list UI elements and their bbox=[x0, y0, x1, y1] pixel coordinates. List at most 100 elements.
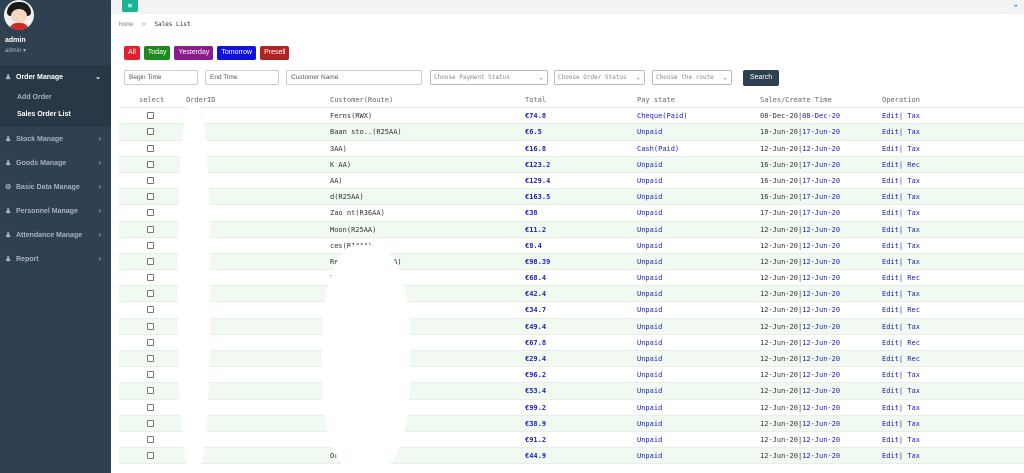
operation-links[interactable]: Edit| Tax bbox=[882, 448, 920, 464]
row-checkbox[interactable] bbox=[147, 112, 154, 120]
pay-state-link[interactable]: Unpaid bbox=[637, 335, 662, 351]
pay-state-link[interactable]: Unpaid bbox=[637, 286, 662, 302]
operation-links[interactable]: Edit| Tax bbox=[882, 383, 920, 399]
filter-today-button[interactable]: Today bbox=[143, 46, 171, 60]
pay-state-link[interactable]: Unpaid bbox=[637, 189, 662, 205]
row-checkbox[interactable] bbox=[147, 306, 154, 314]
operation-links[interactable]: Edit| Tax bbox=[882, 319, 920, 335]
pay-state-link[interactable]: Unpaid bbox=[637, 270, 662, 286]
row-checkbox[interactable] bbox=[147, 338, 154, 346]
row-checkbox[interactable] bbox=[147, 128, 154, 136]
row-checkbox[interactable] bbox=[147, 193, 154, 201]
create-date: 12-Jun-20 bbox=[802, 306, 841, 315]
menu-toggle-button[interactable]: ≡ bbox=[122, 0, 138, 12]
pay-state-link[interactable]: Unpaid bbox=[637, 351, 662, 367]
row-checkbox[interactable] bbox=[147, 209, 154, 217]
customer-name-input[interactable]: Customer Name bbox=[286, 70, 422, 85]
header-customer[interactable]: Customer(Route) bbox=[330, 92, 393, 108]
sidebar-item-goods-manage[interactable]: ♟ Goods Manage ‹ bbox=[0, 151, 111, 175]
row-checkbox[interactable] bbox=[147, 322, 154, 330]
create-date: 17-Jun-20 bbox=[802, 176, 841, 185]
sidebar-item-personnel-manage[interactable]: ♟ Personnel Manage ‹ bbox=[0, 199, 111, 223]
operation-links[interactable]: Edit| Tax bbox=[882, 367, 920, 383]
operation-links[interactable]: Edit| Tax bbox=[882, 254, 920, 270]
operation-links[interactable]: Edit| Rec bbox=[882, 351, 920, 367]
begin-time-input[interactable]: Begin Time bbox=[124, 70, 198, 85]
operation-links[interactable]: Edit| Rec bbox=[882, 157, 920, 173]
pay-state-link[interactable]: Unpaid bbox=[637, 302, 662, 318]
sales-date: 16-Jun-20 bbox=[760, 193, 798, 202]
operation-links[interactable]: Edit| Tax bbox=[882, 286, 920, 302]
pay-state-link[interactable]: Cheque(Paid) bbox=[637, 108, 688, 124]
end-time-input[interactable]: End Time bbox=[205, 70, 279, 85]
breadcrumb-home[interactable]: Home bbox=[119, 21, 133, 28]
operation-links[interactable]: Edit| Tax bbox=[882, 189, 920, 205]
row-checkbox[interactable] bbox=[147, 257, 154, 265]
payment-status-select[interactable]: Choose Payment Status ⌄ bbox=[430, 70, 548, 85]
row-checkbox[interactable] bbox=[147, 176, 154, 184]
sidebar-item-stock-manage[interactable]: ♟ Stock Manage ‹ bbox=[0, 127, 111, 151]
user-role-dropdown[interactable]: admin ▾ bbox=[5, 47, 26, 54]
sidebar-subitem-sales-order-list[interactable]: Sales Order List bbox=[0, 106, 111, 123]
pay-state-link[interactable]: Unpaid bbox=[637, 383, 662, 399]
pay-state-link[interactable]: Unpaid bbox=[637, 254, 662, 270]
operation-links[interactable]: Edit| Tax bbox=[882, 173, 920, 189]
filter-all-button[interactable]: All bbox=[124, 46, 140, 60]
operation-links[interactable]: Edit| Tax bbox=[882, 400, 920, 416]
search-button[interactable]: Search bbox=[743, 70, 779, 86]
pay-state-link[interactable]: Cash(Paid) bbox=[637, 141, 679, 157]
pay-state-link[interactable]: Unpaid bbox=[637, 173, 662, 189]
sidebar-item-report[interactable]: ♟ Report ‹ bbox=[0, 247, 111, 271]
pay-state-link[interactable]: Unpaid bbox=[637, 205, 662, 221]
filter-presell-button[interactable]: Presell bbox=[260, 46, 290, 60]
pay-state-link[interactable]: Unpaid bbox=[637, 416, 662, 432]
pay-state-link[interactable]: Unpaid bbox=[637, 400, 662, 416]
pay-state-link[interactable]: Unpaid bbox=[637, 157, 662, 173]
header-total[interactable]: Total bbox=[525, 92, 546, 108]
operation-links[interactable]: Edit| Tax bbox=[882, 205, 920, 221]
operation-links[interactable]: Edit| Rec bbox=[882, 335, 920, 351]
pay-state-link[interactable]: Unpaid bbox=[637, 124, 662, 140]
operation-links[interactable]: Edit| Tax bbox=[882, 222, 920, 238]
header-sales-time[interactable]: Sales/Create Time bbox=[760, 92, 832, 108]
row-checkbox[interactable] bbox=[147, 387, 154, 395]
order-status-select[interactable]: Choose Order Status ⌄ bbox=[554, 70, 645, 85]
operation-links[interactable]: Edit| Rec bbox=[882, 270, 920, 286]
operation-links[interactable]: Edit| Tax bbox=[882, 141, 920, 157]
operation-links[interactable]: Edit| Tax bbox=[882, 108, 920, 124]
row-checkbox[interactable] bbox=[147, 144, 154, 152]
row-checkbox[interactable] bbox=[147, 355, 154, 362]
row-checkbox[interactable] bbox=[147, 371, 154, 379]
row-checkbox[interactable] bbox=[147, 419, 154, 427]
pay-state-link[interactable]: Unpaid bbox=[637, 367, 662, 383]
row-checkbox[interactable] bbox=[147, 274, 154, 282]
pay-state-link[interactable]: Unpaid bbox=[637, 222, 662, 238]
operation-links[interactable]: Edit| Tax bbox=[882, 124, 920, 140]
row-checkbox[interactable] bbox=[147, 435, 154, 443]
operation-links[interactable]: Edit| Tax bbox=[882, 432, 920, 448]
filter-tomorrow-button[interactable]: Tomorrow bbox=[217, 46, 257, 60]
row-checkbox[interactable] bbox=[147, 160, 154, 168]
row-checkbox[interactable] bbox=[147, 452, 154, 460]
pay-state-link[interactable]: Unpaid bbox=[637, 448, 662, 464]
route-select[interactable]: Choose the route ⌄ bbox=[652, 70, 732, 85]
operation-links[interactable]: Edit| Tax bbox=[882, 238, 920, 254]
avatar[interactable] bbox=[4, 0, 34, 30]
total-cell: €163.5 bbox=[525, 193, 551, 202]
sidebar-item-attendance-manage[interactable]: ♟ Attendance Manage ‹ bbox=[0, 223, 111, 247]
pay-state-link[interactable]: Unpaid bbox=[637, 319, 662, 335]
row-checkbox[interactable] bbox=[147, 241, 154, 249]
header-pay-state[interactable]: Pay state bbox=[637, 92, 675, 108]
sidebar-item-order-manage[interactable]: ♟ Order Manage ⌄ bbox=[0, 65, 111, 89]
row-checkbox[interactable] bbox=[147, 225, 154, 233]
row-checkbox[interactable] bbox=[147, 403, 154, 411]
sidebar-subitem-add-order[interactable]: Add Order bbox=[0, 89, 111, 106]
filter-yesterday-button[interactable]: Yesterday bbox=[174, 46, 214, 60]
logout-icon[interactable]: ➠ bbox=[1014, 2, 1018, 10]
row-checkbox[interactable] bbox=[147, 290, 154, 298]
operation-links[interactable]: Edit| Tax bbox=[882, 416, 920, 432]
sidebar-item-basic-data-manage[interactable]: ⚙ Basic Data Manage ‹ bbox=[0, 175, 111, 199]
pay-state-link[interactable]: Unpaid bbox=[637, 432, 662, 448]
operation-links[interactable]: Edit| Rec bbox=[882, 302, 920, 318]
pay-state-link[interactable]: Unpaid bbox=[637, 238, 662, 254]
